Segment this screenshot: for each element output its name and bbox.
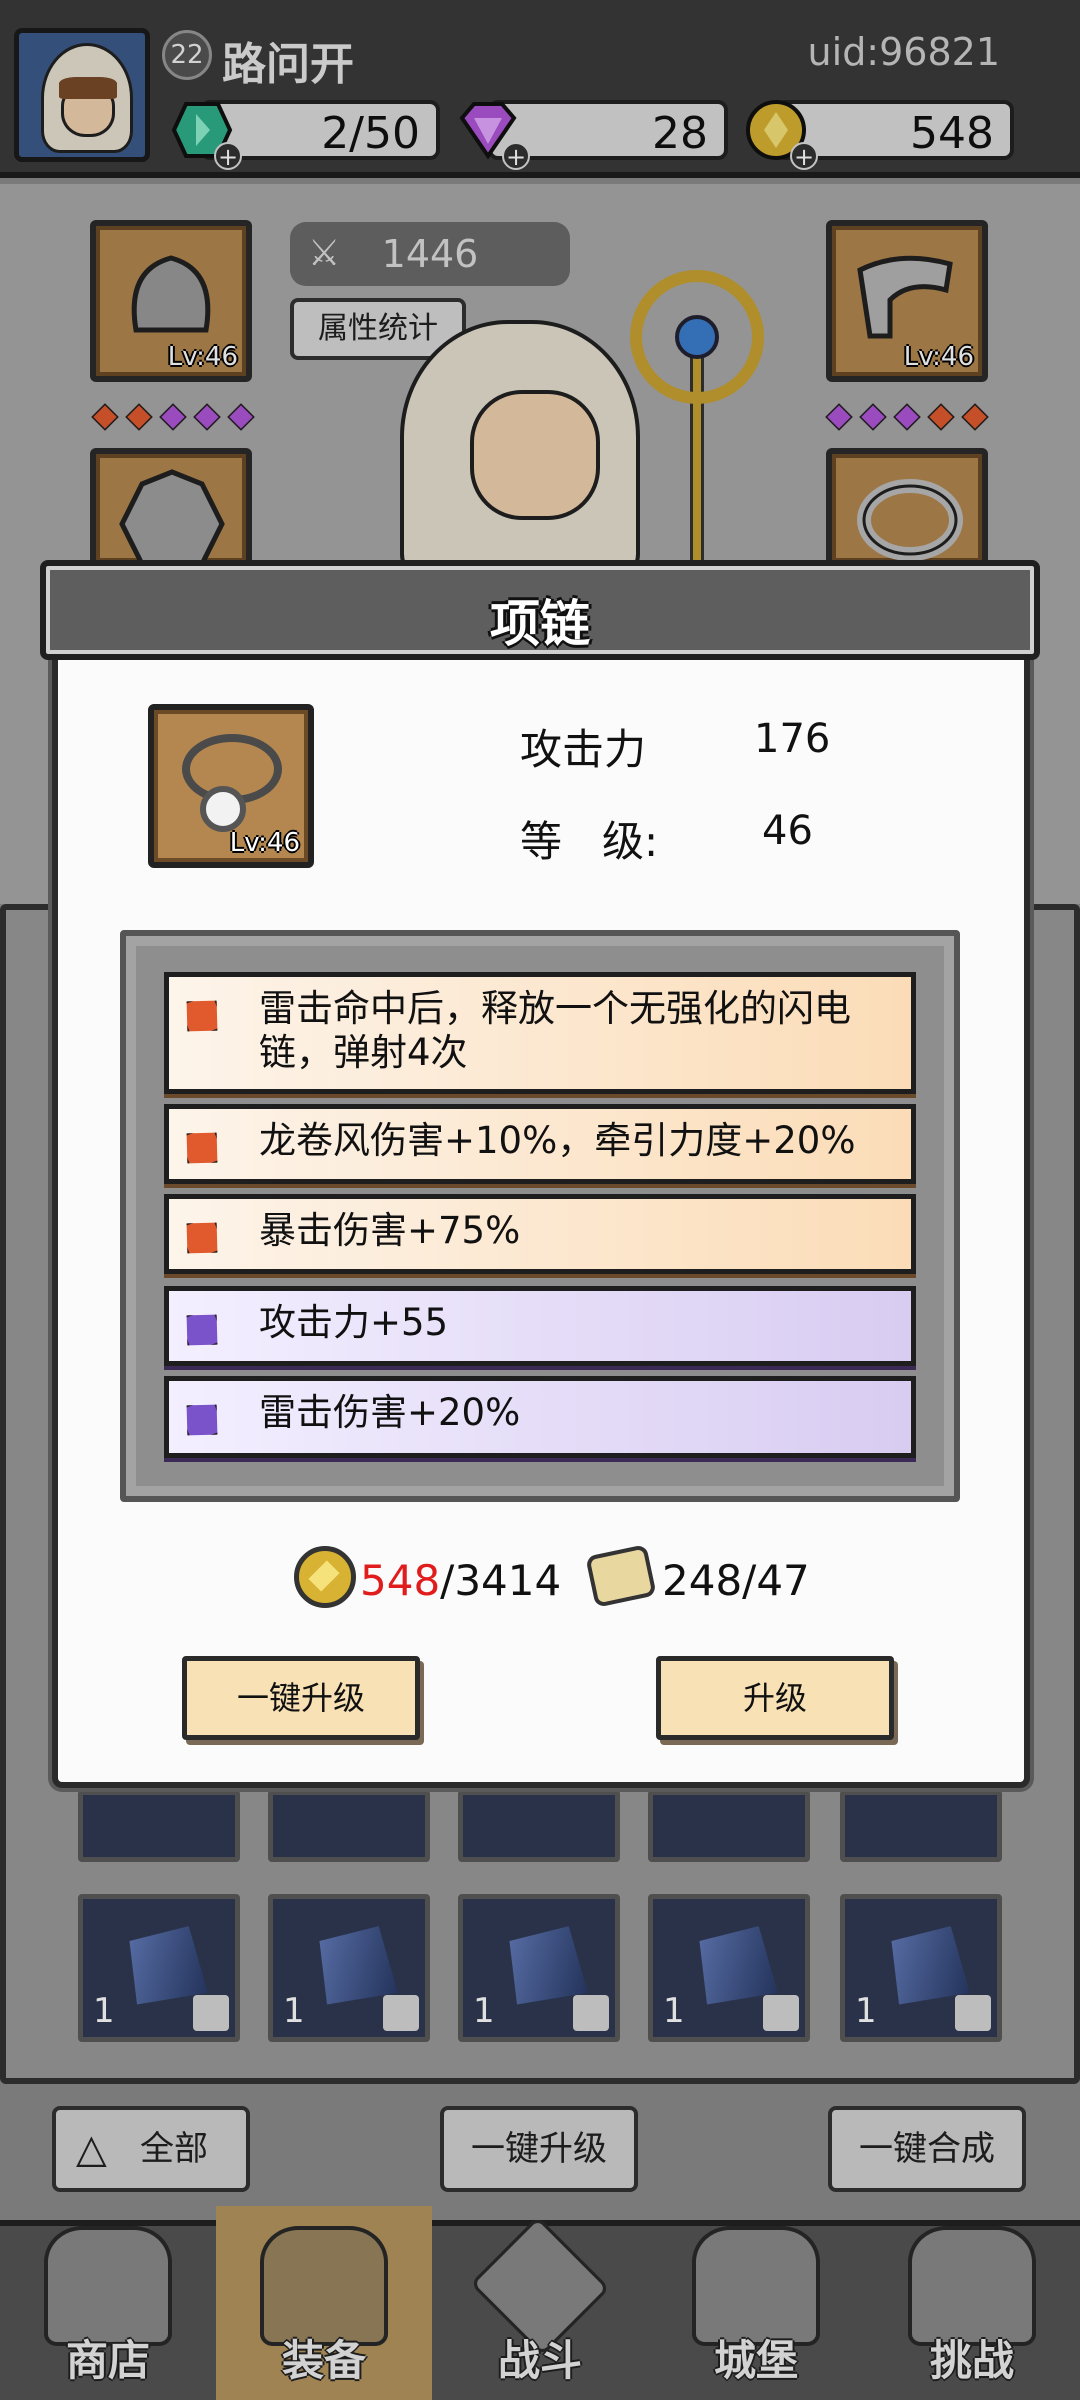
orange-gem-icon <box>178 992 227 1041</box>
auto-upgrade-button[interactable]: 一键升级 <box>182 1656 420 1740</box>
affix-row: 攻击力+55 <box>164 1286 916 1366</box>
attack-label: 攻击力 <box>520 725 647 774</box>
purple-gem-icon <box>178 1306 227 1355</box>
modal-title: 项链 <box>490 595 590 653</box>
modal-title-bar: 项链 <box>40 560 1040 660</box>
affix-row: 雷击命中后，释放一个无强化的闪电链，弹射4次 <box>164 972 916 1094</box>
necklace-pendant-icon <box>200 786 246 832</box>
affix-text: 雷击伤害+20% <box>259 1391 521 1434</box>
orange-gem-icon <box>178 1124 227 1173</box>
affix-text: 雷击命中后，释放一个无强化的闪电链，弹射4次 <box>259 987 851 1074</box>
item-level-tag: Lv:46 <box>229 828 300 858</box>
level-label: 等 级: <box>520 817 659 866</box>
scroll-cost: 248/47 <box>662 1556 810 1605</box>
affix-row: 龙卷风伤害+10%，牵引力度+20% <box>164 1104 916 1184</box>
necklace-item-icon: Lv:46 <box>148 704 314 868</box>
affix-row: 暴击伤害+75% <box>164 1194 916 1274</box>
upgrade-button[interactable]: 升级 <box>656 1656 894 1740</box>
affix-text: 暴击伤害+75% <box>259 1209 521 1252</box>
affix-text: 攻击力+55 <box>259 1301 449 1344</box>
purple-gem-icon <box>178 1396 227 1445</box>
level-value: 46 <box>762 808 813 854</box>
gold-required: /3414 <box>440 1556 562 1605</box>
affix-text: 龙卷风伤害+10%，牵引力度+20% <box>259 1119 856 1162</box>
gold-cost: 548/3414 <box>360 1556 561 1605</box>
gold-owned: 548 <box>360 1556 441 1605</box>
affix-row: 雷击伤害+20% <box>164 1376 916 1458</box>
orange-gem-icon <box>178 1214 227 1263</box>
gold-coin-icon <box>294 1546 356 1608</box>
attack-value: 176 <box>754 716 831 762</box>
